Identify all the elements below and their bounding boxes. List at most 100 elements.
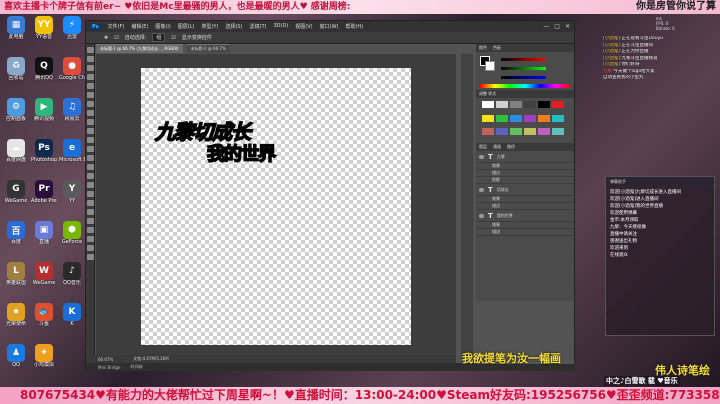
layer-effect[interactable]: 投影	[476, 177, 574, 184]
color-swatch[interactable]	[482, 101, 494, 108]
tool-icon[interactable]	[87, 146, 94, 152]
desktop-icon[interactable]: 🐟 斗鱼	[31, 303, 57, 327]
visibility-eye-icon[interactable]	[479, 187, 484, 192]
desktop-icon[interactable]: KK	[59, 303, 85, 327]
desktop-icon[interactable]: ✦ 小鸡模拟	[31, 344, 57, 368]
tool-icon[interactable]	[87, 227, 94, 233]
desktop-icon[interactable]: ★ 光荣使命	[3, 303, 29, 327]
desktop-icon[interactable]: ⚙ 控制面板	[3, 98, 29, 122]
layer-effect[interactable]: 效果	[476, 163, 574, 170]
desktop-icon[interactable]: G WeGame	[3, 180, 29, 204]
color-swatch[interactable]	[524, 114, 536, 122]
visibility-eye-icon[interactable]	[479, 154, 484, 159]
tool-icon[interactable]	[87, 254, 94, 260]
menu-item[interactable]: 类型(Y)	[201, 23, 218, 30]
tool-icon[interactable]	[87, 245, 94, 251]
tab-paths[interactable]: 路径	[507, 144, 515, 150]
tool-icon[interactable]	[87, 200, 94, 206]
background-color-swatch[interactable]	[485, 61, 495, 71]
zoom-level[interactable]: 66.67%	[98, 357, 113, 362]
spectrum-bar[interactable]	[480, 84, 570, 88]
auto-select-checkbox[interactable]: ☑	[114, 35, 118, 41]
tool-icon[interactable]	[87, 236, 94, 242]
color-swatch[interactable]	[552, 101, 564, 108]
document-tab[interactable]: 未标题-1 @ 66.7% (九黎切成长..., RGB/8)	[96, 44, 183, 53]
tool-icon[interactable]	[87, 128, 94, 134]
tool-icon[interactable]	[87, 137, 94, 143]
layer-effect[interactable]: 描边	[476, 229, 574, 236]
menu-item[interactable]: 3D(D)	[274, 23, 289, 30]
desktop-icon[interactable]: ▣ 直播	[31, 221, 57, 245]
tab-layers[interactable]: 图层	[479, 144, 487, 150]
tool-icon[interactable]	[87, 110, 94, 116]
mini-bridge-tab[interactable]: Mini Bridge	[98, 365, 121, 370]
menu-item[interactable]: 编辑(E)	[131, 23, 148, 30]
desktop-icon[interactable]: ●Google Chrome	[59, 57, 85, 81]
tool-icon[interactable]	[87, 101, 94, 107]
layer-effect[interactable]: 描边	[476, 170, 574, 177]
desktop-icon[interactable]: PrAdobe Premiere	[31, 180, 57, 204]
desktop-icon[interactable]: W WeGame	[31, 262, 57, 286]
desktop-icon[interactable]: ⬢ GeForce	[59, 221, 85, 245]
desktop-icon[interactable]: ♫ 网易云	[59, 98, 85, 122]
layer-row[interactable]: T 切成长	[476, 184, 574, 196]
color-swatch[interactable]	[524, 101, 536, 108]
green-slider[interactable]	[501, 67, 546, 70]
maximize-icon[interactable]: □	[554, 23, 560, 30]
timeline-tab[interactable]: 时间轴	[131, 364, 143, 370]
color-swatch[interactable]	[524, 128, 536, 136]
document-tab[interactable]: 未标题-2 @ 66.7%	[186, 44, 230, 53]
red-slider[interactable]	[501, 58, 546, 61]
panel-dock-strip[interactable]	[461, 54, 473, 354]
tool-icon[interactable]	[87, 155, 94, 161]
desktop-icon[interactable]: eMicrosoft Edge	[59, 139, 85, 163]
desktop-icon[interactable]: ▶ 腾讯视频	[31, 98, 57, 122]
desktop-icon[interactable]: YY YY语音	[31, 16, 57, 40]
tool-icon[interactable]	[87, 164, 94, 170]
layer-row[interactable]: T 我的世界	[476, 210, 574, 222]
menu-item[interactable]: 滤镜(T)	[250, 23, 267, 30]
blue-slider[interactable]	[501, 76, 546, 79]
desktop-icon[interactable]: ♻ 回收站	[3, 57, 29, 81]
tool-icon[interactable]	[87, 209, 94, 215]
layer-effect[interactable]: 效果	[476, 222, 574, 229]
close-icon[interactable]: ✕	[565, 23, 570, 30]
color-swatch[interactable]	[538, 128, 550, 136]
tool-icon[interactable]	[87, 92, 94, 98]
tool-icon[interactable]	[87, 182, 94, 188]
color-swatch[interactable]	[496, 128, 508, 136]
tool-icon[interactable]	[87, 191, 94, 197]
color-swatch[interactable]	[482, 128, 494, 136]
color-swatch[interactable]	[552, 114, 564, 122]
auto-select-dropdown[interactable]: 组	[152, 33, 166, 42]
desktop-icon[interactable]: ♟ QQ	[3, 344, 29, 368]
move-tool-icon[interactable]: ✥	[104, 35, 108, 41]
color-swatch[interactable]	[496, 101, 508, 108]
tool-icon[interactable]	[87, 47, 94, 53]
menu-item[interactable]: 选择(S)	[225, 23, 242, 30]
minimize-icon[interactable]: —	[543, 23, 549, 30]
tool-icon[interactable]	[87, 74, 94, 80]
color-swatch[interactable]	[482, 114, 494, 122]
tool-icon[interactable]	[87, 56, 94, 62]
color-swatch[interactable]	[538, 101, 550, 108]
menu-item[interactable]: 窗口(W)	[320, 23, 339, 30]
tool-icon[interactable]	[87, 218, 94, 224]
tool-icon[interactable]	[87, 173, 94, 179]
menu-item[interactable]: 图层(L)	[178, 23, 195, 30]
color-swatch[interactable]	[552, 128, 564, 136]
layer-row[interactable]: T 九黎	[476, 151, 574, 163]
tool-icon[interactable]	[87, 65, 94, 71]
color-swatch[interactable]	[496, 114, 508, 122]
desktop-icon[interactable]: Y YY	[59, 180, 85, 204]
tool-icon[interactable]	[87, 119, 94, 125]
canvas-area[interactable]: 九黎切成长 我的世界	[96, 54, 456, 364]
desktop-icon[interactable]: Q 腾讯QQ	[31, 57, 57, 81]
transform-checkbox[interactable]: ☑	[171, 35, 175, 41]
menu-item[interactable]: 图像(I)	[155, 23, 170, 30]
tab-channels[interactable]: 通道	[493, 144, 501, 150]
color-swatch[interactable]	[510, 114, 522, 122]
desktop-icon[interactable]: ⚡ 迅雷	[59, 16, 85, 40]
document-canvas[interactable]: 九黎切成长 我的世界	[141, 68, 411, 345]
menu-item[interactable]: 帮助(H)	[345, 23, 363, 30]
